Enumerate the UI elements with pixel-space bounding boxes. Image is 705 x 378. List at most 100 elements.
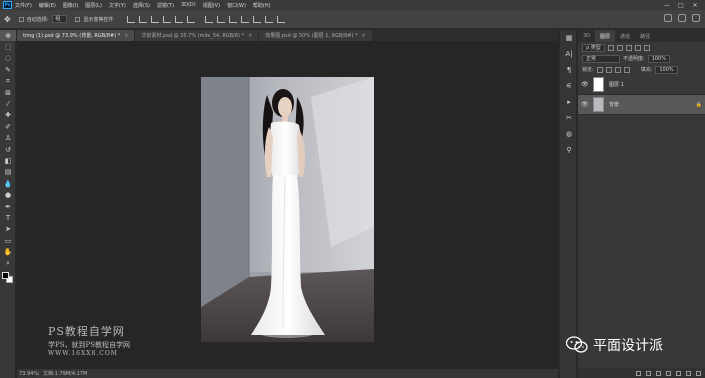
workspace-icon[interactable]: [678, 14, 686, 22]
character-panel-icon[interactable]: A|: [560, 46, 578, 62]
blur-tool-icon[interactable]: 💧: [0, 178, 16, 189]
align-middle-icon[interactable]: [139, 15, 148, 23]
maximize-button[interactable]: □: [674, 2, 688, 9]
align-top-icon[interactable]: [127, 15, 136, 23]
move-tool-icon[interactable]: ✥: [0, 30, 16, 42]
menu-edit[interactable]: 编辑(E): [39, 2, 56, 9]
layer-style-icon[interactable]: [646, 370, 651, 376]
history-panel-icon[interactable]: ▦: [560, 30, 578, 46]
auto-align-icon[interactable]: [277, 15, 286, 23]
path-select-tool-icon[interactable]: ➤: [0, 224, 16, 235]
marquee-tool-icon[interactable]: ⬚: [0, 41, 16, 52]
fill-input[interactable]: 100%: [655, 65, 678, 74]
share-icon[interactable]: [692, 14, 700, 22]
move-tool-icon[interactable]: ✥: [4, 15, 11, 24]
tab-channels[interactable]: 通道: [615, 30, 635, 42]
history-brush-tool-icon[interactable]: ↺: [0, 144, 16, 155]
visibility-eye-icon[interactable]: 👁: [581, 81, 591, 88]
menu-select[interactable]: 选择(S): [133, 2, 150, 9]
layer-name[interactable]: 背景: [609, 101, 696, 108]
auto-select-dropdown[interactable]: 组: [52, 15, 68, 23]
brush-settings-panel-icon[interactable]: ✂: [560, 110, 578, 126]
tab-effect[interactable]: 效果图.psd @ 50% (图层 1, RGB/8#) * ×: [259, 30, 373, 41]
hand-tool-icon[interactable]: ✋: [0, 246, 16, 257]
gradient-tool-icon[interactable]: ▤: [0, 167, 16, 178]
blend-mode-select[interactable]: 正常: [582, 54, 620, 63]
clone-stamp-tool-icon[interactable]: ♙: [0, 133, 16, 144]
eraser-tool-icon[interactable]: ◧: [0, 155, 16, 166]
close-tab-icon[interactable]: ×: [361, 33, 365, 39]
zoom-level[interactable]: 73.94%: [17, 370, 39, 377]
menu-filter[interactable]: 滤镜(T): [157, 2, 174, 9]
paragraph-panel-icon[interactable]: ¶: [560, 62, 578, 78]
delete-layer-icon[interactable]: [696, 370, 701, 376]
layer-name[interactable]: 图层 1: [609, 81, 702, 88]
close-window-button[interactable]: ✕: [688, 2, 702, 9]
zoom-tool-icon[interactable]: ⌕: [0, 258, 16, 269]
lasso-tool-icon[interactable]: ◌: [0, 53, 16, 64]
close-tab-icon[interactable]: ×: [124, 33, 128, 39]
pen-tool-icon[interactable]: ✒: [0, 201, 16, 212]
filter-pixel-icon[interactable]: [607, 44, 614, 51]
frame-tool-icon[interactable]: ⊠: [0, 87, 16, 98]
auto-select-checkbox[interactable]: [18, 16, 24, 22]
filter-type-icon[interactable]: [625, 44, 632, 51]
lock-transparent-icon[interactable]: [596, 66, 603, 73]
show-transform-checkbox[interactable]: [75, 16, 81, 22]
menu-file[interactable]: 文件(F): [15, 2, 32, 9]
minimize-button[interactable]: —: [660, 2, 674, 9]
link-layers-icon[interactable]: [636, 370, 641, 376]
menu-layer[interactable]: 图层(L): [85, 2, 102, 9]
distribute-right-icon[interactable]: [265, 15, 274, 23]
search-icon[interactable]: [664, 14, 672, 22]
align-right-icon[interactable]: [187, 15, 196, 23]
foreground-color-swatch[interactable]: [2, 272, 9, 279]
lock-image-icon[interactable]: [605, 66, 612, 73]
lock-all-icon[interactable]: [623, 66, 630, 73]
new-group-icon[interactable]: [676, 370, 681, 376]
crop-tool-icon[interactable]: ⌗: [0, 76, 16, 87]
distribute-top-icon[interactable]: [205, 15, 214, 23]
distribute-left-icon[interactable]: [241, 15, 250, 23]
adjustment-layer-icon[interactable]: [666, 370, 671, 376]
menu-3d[interactable]: 3D(D): [181, 2, 196, 8]
filter-smart-icon[interactable]: [643, 44, 650, 51]
brush-tool-icon[interactable]: ✐: [0, 121, 16, 132]
distribute-center-icon[interactable]: [253, 15, 262, 23]
align-center-icon[interactable]: [175, 15, 184, 23]
healing-brush-tool-icon[interactable]: ✚: [0, 110, 16, 121]
tab-paths[interactable]: 路径: [635, 30, 655, 42]
document-size[interactable]: 文档:1.79M/4.17M: [39, 370, 87, 377]
menu-type[interactable]: 文字(Y): [109, 2, 126, 9]
document-canvas-image[interactable]: [201, 77, 374, 342]
layer-row-background[interactable]: 👁 背景 🔒: [578, 95, 705, 115]
properties-panel-icon[interactable]: ⚟: [560, 78, 578, 94]
quick-select-tool-icon[interactable]: ✎: [0, 64, 16, 75]
shape-tool-icon[interactable]: ▭: [0, 235, 16, 246]
dodge-tool-icon[interactable]: ●: [0, 189, 16, 200]
layer-row-layer1[interactable]: 👁 图层 1: [578, 75, 705, 95]
align-left-icon[interactable]: [163, 15, 172, 23]
tab-layers[interactable]: 图层: [595, 30, 616, 42]
menu-image[interactable]: 图像(I): [63, 2, 78, 9]
new-layer-icon[interactable]: [686, 370, 691, 376]
menu-window[interactable]: 窗口(W): [227, 2, 246, 9]
lock-position-icon[interactable]: [614, 66, 621, 73]
type-tool-icon[interactable]: T: [0, 212, 16, 223]
visibility-eye-icon[interactable]: 👁: [581, 101, 591, 108]
color-panel-icon[interactable]: ◍: [560, 126, 578, 142]
libraries-panel-icon[interactable]: ⚲: [560, 142, 578, 158]
canvas-area[interactable]: [17, 41, 558, 369]
tab-material[interactable]: 华前素材.psd @ 25.7% (mile_54, RGB/8) * ×: [135, 30, 260, 41]
menu-help[interactable]: 帮助(H): [253, 2, 271, 9]
opacity-input[interactable]: 100%: [647, 54, 670, 63]
distribute-bottom-icon[interactable]: [229, 15, 238, 23]
tab-timg[interactable]: timg (1).psd @ 73.9% (背景, RGB/8#) * ×: [17, 30, 136, 41]
eyedropper-tool-icon[interactable]: ⁄: [0, 98, 16, 109]
filter-shape-icon[interactable]: [634, 44, 641, 51]
tab-3d[interactable]: 3D: [578, 30, 595, 42]
add-mask-icon[interactable]: [656, 370, 661, 376]
actions-panel-icon[interactable]: ▸: [560, 94, 578, 110]
filter-kind-select[interactable]: ρ 类型: [582, 43, 605, 52]
align-bottom-icon[interactable]: [151, 15, 160, 23]
